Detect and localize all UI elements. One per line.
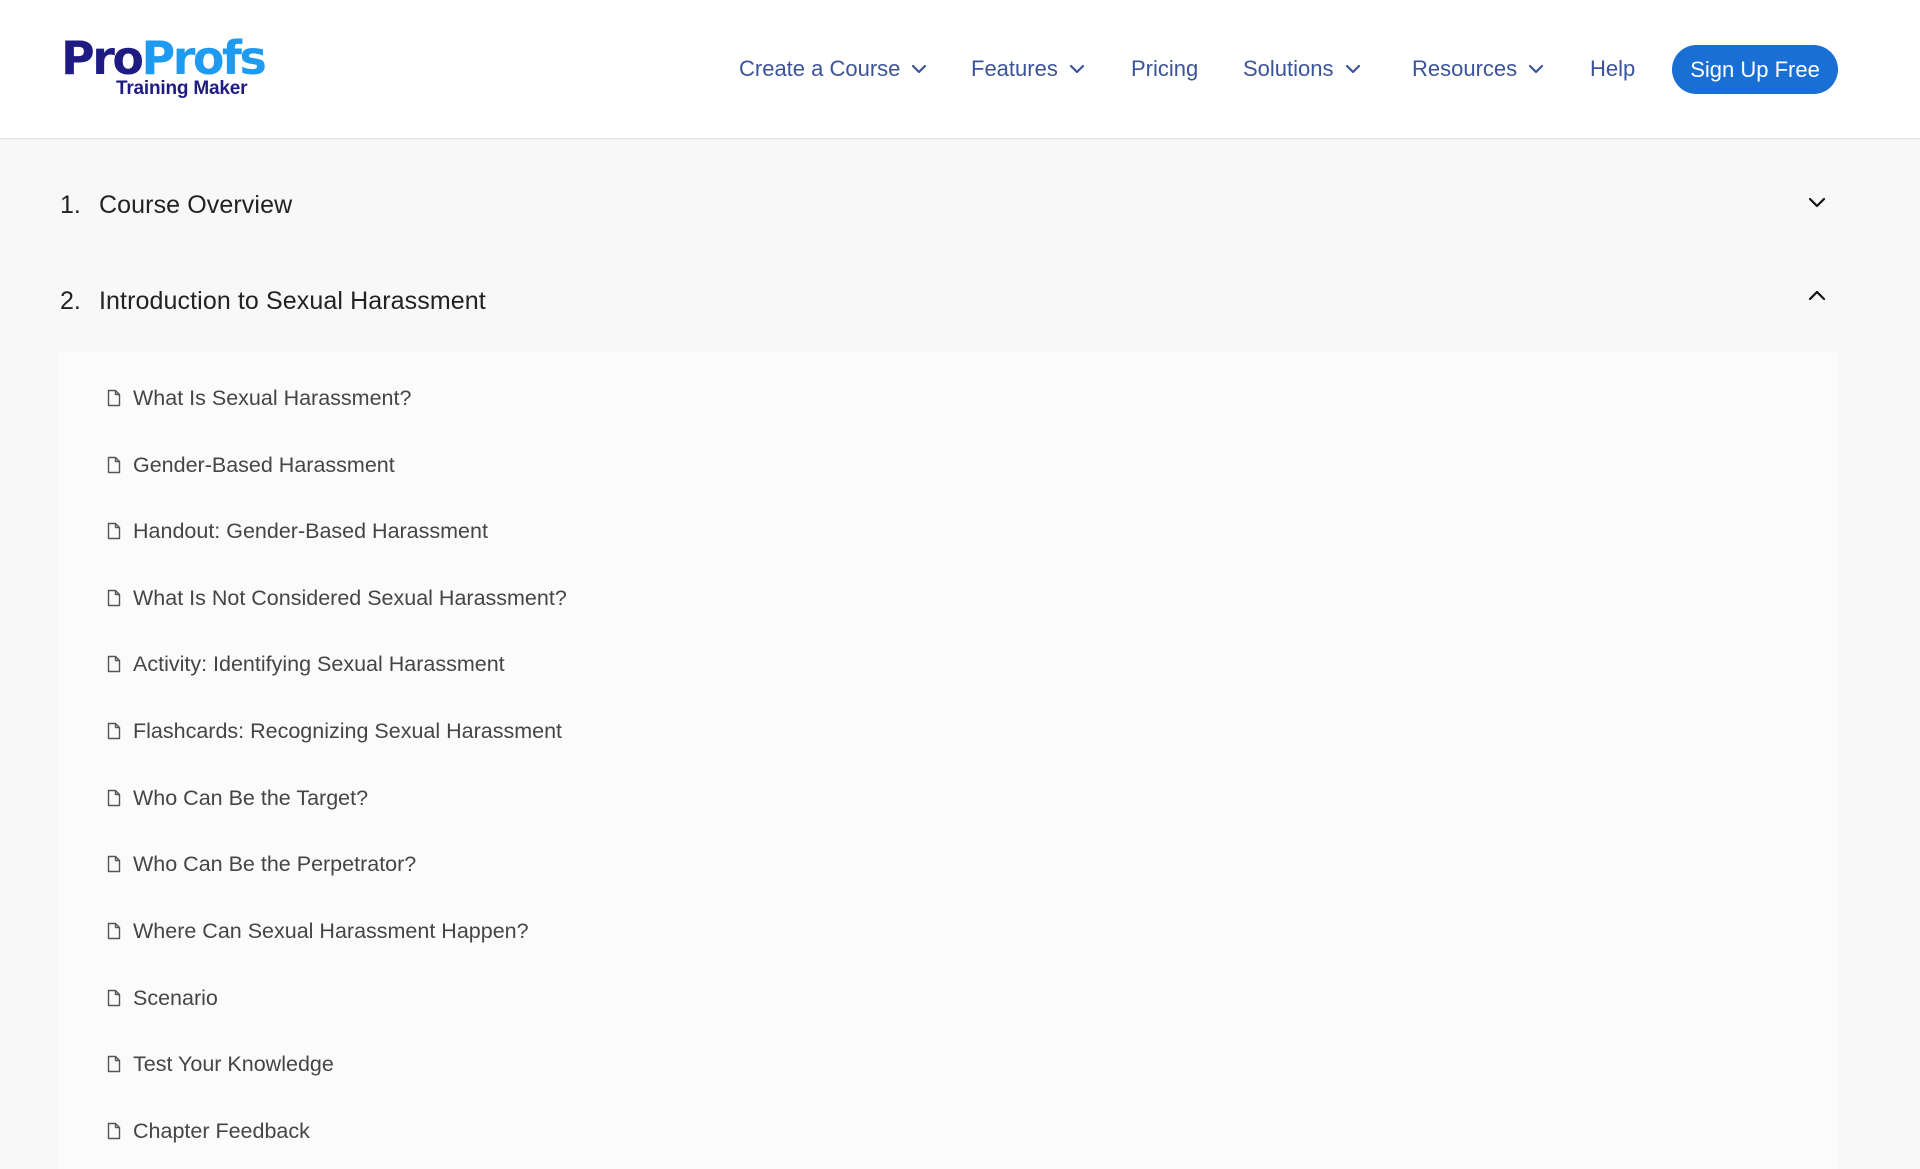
lesson-label: Flashcards: Recognizing Sexual Harassmen…: [133, 718, 563, 743]
section-introduction-to-sexual-harassment[interactable]: 2. Introduction to Sexual Harassment: [58, 276, 1838, 326]
lesson-label: What Is Sexual Harassment?: [133, 385, 412, 410]
lesson-label: Gender-Based Harassment: [133, 452, 395, 477]
lesson-item[interactable]: What Is Not Considered Sexual Harassment…: [106, 578, 1106, 618]
sign-up-free-button[interactable]: Sign Up Free: [1672, 45, 1838, 94]
lesson-item[interactable]: Scenario: [106, 978, 1106, 1018]
chevron-down-icon: [1527, 60, 1545, 78]
lesson-label: Chapter Feedback: [133, 1118, 310, 1143]
lesson-item[interactable]: Flashcards: Recognizing Sexual Harassmen…: [106, 711, 1106, 751]
logo-part-pro: Pro: [61, 31, 144, 85]
nav-label: Help: [1590, 56, 1636, 81]
section-number: 1.: [60, 190, 81, 219]
nav-label: Pricing: [1131, 56, 1199, 81]
lesson-item[interactable]: Who Can Be the Perpetrator?: [106, 844, 1106, 884]
chevron-down-icon[interactable]: [1806, 191, 1828, 213]
nav-label: Resources: [1412, 56, 1518, 81]
document-icon: [106, 722, 122, 740]
lesson-item[interactable]: What Is Sexual Harassment?: [106, 378, 1106, 418]
chevron-up-icon[interactable]: [1806, 284, 1828, 306]
document-icon: [106, 456, 122, 474]
chevron-down-icon: [1344, 60, 1362, 78]
lesson-label: What Is Not Considered Sexual Harassment…: [133, 585, 567, 610]
section-course-overview[interactable]: 1. Course Overview: [58, 180, 1838, 230]
logo-subtitle: Training Maker: [116, 78, 248, 99]
site-header: ProProfs Training Maker Create a Course …: [0, 0, 1920, 139]
section-number: 2.: [60, 286, 81, 315]
nav-label: Features: [971, 56, 1058, 81]
proprofs-logo[interactable]: ProProfs Training Maker: [61, 31, 267, 104]
nav-features[interactable]: Features: [971, 52, 1086, 86]
document-icon: [106, 855, 122, 873]
logo-part-profs: Profs: [141, 31, 267, 85]
document-icon: [106, 989, 122, 1007]
lesson-label: Test Your Knowledge: [133, 1051, 334, 1076]
document-icon: [106, 789, 122, 807]
nav-solutions[interactable]: Solutions: [1243, 52, 1362, 86]
logo-wordmark: ProProfs: [61, 31, 267, 85]
nav-resources[interactable]: Resources: [1412, 52, 1545, 86]
lesson-item[interactable]: Chapter Feedback: [106, 1111, 1106, 1151]
nav-pricing[interactable]: Pricing: [1131, 52, 1198, 86]
nav-label: Solutions: [1243, 56, 1334, 81]
nav-create-a-course[interactable]: Create a Course: [739, 52, 928, 86]
document-icon: [106, 922, 122, 940]
lesson-label: Scenario: [133, 985, 218, 1010]
document-icon: [106, 522, 122, 540]
document-icon: [106, 1122, 122, 1140]
lesson-item[interactable]: Gender-Based Harassment: [106, 445, 1106, 485]
lesson-item[interactable]: Activity: Identifying Sexual Harassment: [106, 644, 1106, 684]
document-icon: [106, 389, 122, 407]
lesson-list-panel: What Is Sexual Harassment? Gender-Based …: [58, 352, 1838, 1169]
section-title: Introduction to Sexual Harassment: [99, 286, 486, 315]
nav-label: Create a Course: [739, 56, 901, 81]
lesson-label: Who Can Be the Target?: [133, 785, 369, 810]
lesson-label: Where Can Sexual Harassment Happen?: [133, 918, 529, 943]
nav-help[interactable]: Help: [1590, 52, 1635, 86]
document-icon: [106, 1055, 122, 1073]
lesson-item[interactable]: Who Can Be the Target?: [106, 778, 1106, 818]
lesson-item[interactable]: Test Your Knowledge: [106, 1044, 1106, 1084]
chevron-down-icon: [910, 60, 928, 78]
lesson-label: Activity: Identifying Sexual Harassment: [133, 651, 505, 676]
section-title: Course Overview: [99, 190, 293, 219]
lesson-label: Who Can Be the Perpetrator?: [133, 851, 417, 876]
lesson-item[interactable]: Handout: Gender-Based Harassment: [106, 511, 1106, 551]
lesson-label: Handout: Gender-Based Harassment: [133, 518, 488, 543]
document-icon: [106, 589, 122, 607]
chevron-down-icon: [1068, 60, 1086, 78]
document-icon: [106, 655, 122, 673]
lesson-item[interactable]: Where Can Sexual Harassment Happen?: [106, 911, 1106, 951]
